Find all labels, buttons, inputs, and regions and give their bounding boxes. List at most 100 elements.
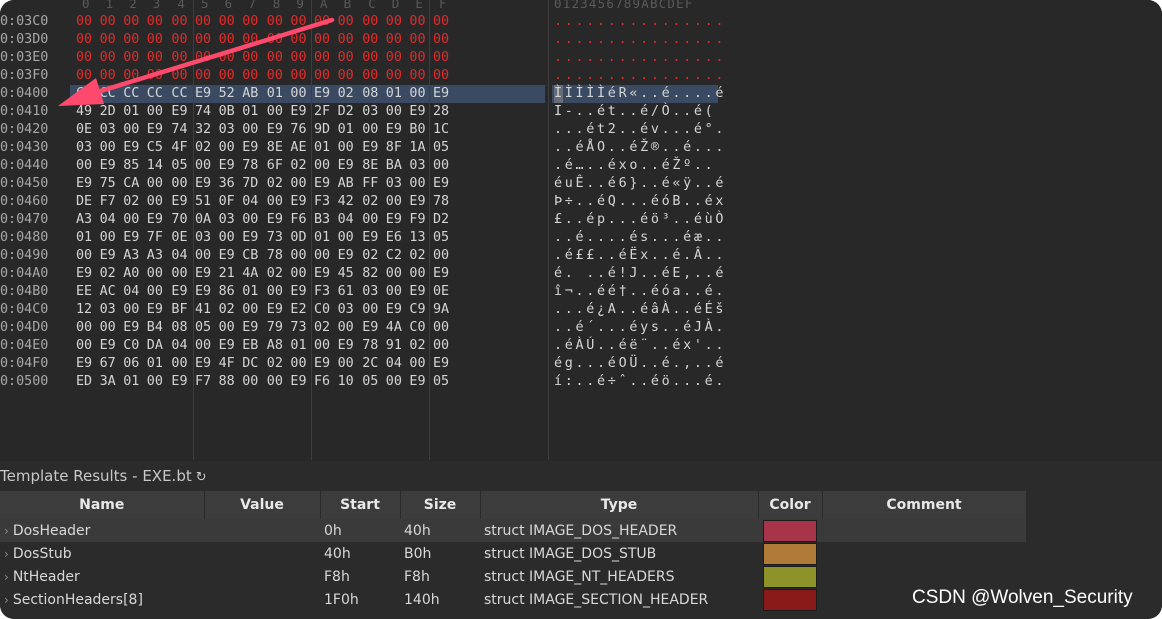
hex-byte[interactable]: C5 (147, 139, 169, 157)
hex-byte[interactable]: 00 (123, 31, 145, 49)
hex-byte[interactable]: 4A (242, 265, 264, 283)
hex-byte[interactable]: 00 (290, 13, 312, 31)
hex-byte[interactable]: E9 (362, 319, 384, 337)
ascii-text[interactable]: ................ (554, 49, 724, 67)
hex-byte[interactable]: E9 (338, 157, 360, 175)
hex-byte[interactable]: 00 (314, 31, 336, 49)
hex-byte[interactable]: 00 (242, 31, 264, 49)
hex-byte[interactable]: 03 (76, 139, 98, 157)
hex-row[interactable]: 0:04C0 12 03 00 E9 BF 41 02 00 E9 E2 C0 03 00 E9 C9 9A..… (0, 301, 1162, 319)
hex-byte[interactable]: 00 (362, 31, 384, 49)
hex-byte[interactable]: E9 (338, 337, 360, 355)
hex-byte[interactable]: 00 (267, 49, 289, 67)
hex-byte[interactable]: 02 (267, 355, 289, 373)
hex-byte[interactable]: E9 (195, 85, 217, 103)
hex-byte[interactable]: E9 (314, 265, 336, 283)
hex-byte[interactable]: 28 (433, 103, 455, 121)
hex-byte[interactable]: 21 (219, 265, 241, 283)
hex-row[interactable]: 0:0480 01 00 E9 7F 0E 03 00 E9 73 0D 01 00 E9 E6 13 05..… (0, 229, 1162, 247)
hex-byte[interactable]: C0 (123, 337, 145, 355)
hex-row[interactable]: 0:04B0 EE AC 04 00 E9 E9 86 01 00 E9 F3 61 03 00 E9 0E î¬… (0, 283, 1162, 301)
hex-byte[interactable]: 00 (362, 13, 384, 31)
hex-row[interactable]: 0:0410 49 2D 01 00 E9 74 0B 01 00 E9 2F D2 03 00 E9 28 I-… (0, 103, 1162, 121)
hex-byte[interactable]: E9 (76, 355, 98, 373)
hex-byte[interactable]: 00 (100, 67, 122, 85)
column-header-start[interactable]: Start (320, 491, 401, 519)
hex-byte[interactable]: E9 (195, 283, 217, 301)
hex-byte[interactable]: 73 (267, 229, 289, 247)
hex-byte[interactable]: E9 (100, 247, 122, 265)
hex-byte[interactable]: E9 (362, 229, 384, 247)
hex-byte[interactable]: 01 (386, 85, 408, 103)
hex-byte[interactable]: 04 (242, 193, 264, 211)
hex-byte[interactable]: EE (76, 283, 98, 301)
hex-byte[interactable]: E9 (314, 85, 336, 103)
hex-byte[interactable]: C0 (314, 301, 336, 319)
hex-byte[interactable]: E9 (100, 337, 122, 355)
hex-row[interactable]: 0:0470 A3 04 00 E9 70 0A 03 00 E9 F6 B3 04 00 E9 F9 D2 £.… (0, 211, 1162, 229)
hex-byte[interactable]: 02 (219, 301, 241, 319)
hex-row[interactable]: 0:0430 03 00 E9 C5 4F 02 00 E9 8E AE 01 00 E9 8F 1A 05..… (0, 139, 1162, 157)
hex-byte[interactable]: 2C (362, 355, 384, 373)
hex-byte[interactable]: 74 (171, 121, 193, 139)
hex-byte[interactable]: 49 (76, 103, 98, 121)
hex-byte[interactable]: 32 (195, 121, 217, 139)
hex-byte[interactable]: 00 (100, 229, 122, 247)
hex-byte[interactable]: 04 (123, 283, 145, 301)
hex-byte[interactable]: 8F (386, 139, 408, 157)
hex-byte[interactable]: 01 (242, 283, 264, 301)
hex-row[interactable]: 0:0500 ED 3A 01 00 E9 F7 88 00 00 E9 F6 10 05 00 E9 05 í:… (0, 373, 1162, 391)
hex-byte[interactable]: 06 (123, 355, 145, 373)
hex-byte[interactable]: DE (76, 193, 98, 211)
hex-byte[interactable]: E9 (242, 229, 264, 247)
hex-byte[interactable]: E9 (76, 265, 98, 283)
hex-byte[interactable]: 00 (195, 31, 217, 49)
column-header-color[interactable]: Color (758, 491, 823, 519)
hex-byte[interactable]: E9 (362, 139, 384, 157)
hex-byte[interactable]: 00 (76, 319, 98, 337)
hex-byte[interactable]: F6 (314, 373, 336, 391)
hex-byte[interactable]: 00 (267, 13, 289, 31)
ascii-text[interactable]: é. ..é!J..éE,..é (554, 265, 724, 283)
hex-byte[interactable]: 00 (386, 13, 408, 31)
hex-byte[interactable]: 01 (147, 355, 169, 373)
hex-byte[interactable]: 00 (147, 67, 169, 85)
hex-byte[interactable]: 4A (386, 319, 408, 337)
hex-byte[interactable]: 01 (267, 85, 289, 103)
hex-byte[interactable]: AB (338, 175, 360, 193)
color-swatch[interactable] (763, 542, 817, 565)
hex-byte[interactable]: 00 (147, 31, 169, 49)
hex-byte[interactable]: 00 (314, 157, 336, 175)
column-header-size[interactable]: Size (400, 491, 481, 519)
table-row[interactable]: › NtHeader F8h F8h struct IMAGE_NT_HEADERS (0, 565, 1026, 588)
hex-byte[interactable]: 00 (76, 337, 98, 355)
table-row[interactable]: › SectionHeaders[8] 1F0h 140h struct IMAGE_S… (0, 588, 1026, 611)
hex-byte[interactable]: 03 (219, 121, 241, 139)
hex-row[interactable]: 0:04D0 00 00 E9 B4 08 05 00 E9 79 73 02 00 E9 4A C0 00..… (0, 319, 1162, 337)
hex-byte[interactable]: 00 (267, 31, 289, 49)
hex-byte[interactable]: 00 (219, 13, 241, 31)
hex-byte[interactable]: 02 (314, 319, 336, 337)
hex-byte[interactable]: 1C (433, 121, 455, 139)
hex-byte[interactable]: E9 (123, 229, 145, 247)
hex-byte[interactable]: B3 (314, 211, 336, 229)
hex-row[interactable]: 0:0440 00 E9 85 14 05 00 E9 78 6F 02 00 E9 8E BA 03 00 .é… (0, 157, 1162, 175)
hex-row[interactable]: 0:03F0 00 00 00 00 00 00 00 00 00 00 00 00 00 00 00 00..… (0, 67, 1162, 85)
hex-byte[interactable]: 01 (338, 121, 360, 139)
hex-byte[interactable]: E9 (76, 175, 98, 193)
hex-byte[interactable]: E9 (195, 355, 217, 373)
hex-byte[interactable]: 00 (362, 211, 384, 229)
hex-byte[interactable]: 78 (433, 193, 455, 211)
hex-row[interactable]: 0:04E0 00 E9 C0 DA 04 00 E9 EB A8 01 00 E9 78 91 02 00 .é… (0, 337, 1162, 355)
hex-row[interactable]: 0:03E0 00 00 00 00 00 00 00 00 00 00 00 00 00 00 00 00..… (0, 49, 1162, 67)
hex-byte[interactable]: 03 (362, 283, 384, 301)
hex-byte[interactable]: EB (242, 337, 264, 355)
hex-byte[interactable]: 76 (290, 121, 312, 139)
hex-byte[interactable]: 01 (76, 229, 98, 247)
hex-byte[interactable]: 00 (195, 13, 217, 31)
hex-byte[interactable]: 74 (195, 103, 217, 121)
hex-byte[interactable]: E9 (123, 139, 145, 157)
hex-byte[interactable]: DC (242, 355, 264, 373)
hex-byte[interactable]: E6 (386, 229, 408, 247)
hex-byte[interactable]: 04 (386, 355, 408, 373)
